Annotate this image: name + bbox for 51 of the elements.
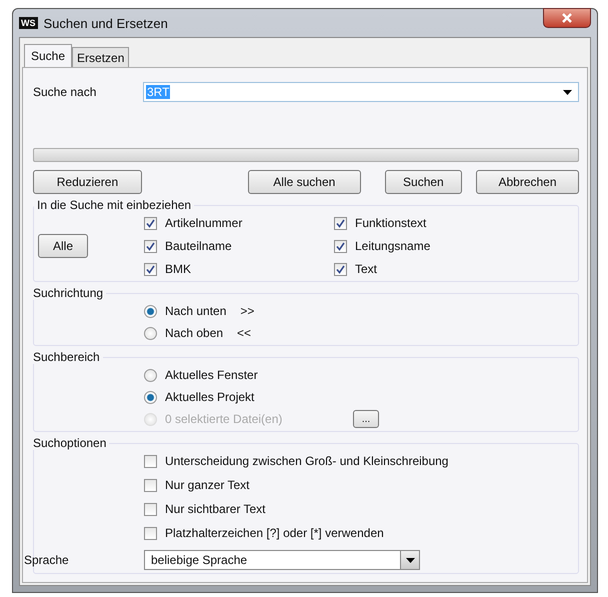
close-button[interactable] [543, 8, 591, 28]
group-title: Suchoptionen [32, 436, 108, 450]
direction-arrows: >> [240, 304, 254, 318]
checkbox-label: Funktionstext [355, 216, 426, 230]
window-title: Suchen und Ersetzen [44, 16, 168, 30]
select-all-button[interactable]: Alle [38, 234, 88, 258]
close-icon [561, 13, 573, 23]
radio-button[interactable] [144, 304, 157, 318]
radio-label: 0 selektierte Datei(en) [165, 412, 284, 426]
checkbox[interactable] [144, 478, 157, 492]
checkbox[interactable] [144, 262, 157, 276]
checkbox[interactable] [144, 526, 157, 540]
language-label: Sprache [24, 553, 70, 567]
radio-button[interactable] [144, 326, 157, 340]
checkbox[interactable] [334, 216, 347, 230]
dropdown-arrow-icon [563, 90, 572, 94]
checkbox-label: Nur sichtbarer Text [165, 502, 266, 516]
radio-label: Aktuelles Fenster [165, 368, 259, 382]
checkbox-label: Text [355, 262, 378, 276]
tab[interactable]: Suche [24, 44, 72, 67]
group-title: In die Suche mit einbeziehen [36, 198, 192, 212]
group-title: Suchrichtung [32, 286, 104, 300]
language-dropdown[interactable]: beliebige Sprache [144, 550, 420, 570]
tab[interactable]: Ersetzen [72, 47, 130, 67]
checkbox-label: Bauteilname [165, 239, 232, 253]
app-logo: WS [19, 17, 38, 29]
direction-arrows: << [237, 326, 252, 340]
checkbox-label: Artikelnummer [165, 216, 242, 230]
checkbox-label: BMK [165, 262, 192, 276]
checkbox-label: Nur ganzer Text [165, 478, 250, 492]
checkbox[interactable] [144, 502, 157, 516]
radio-label: Aktuelles Projekt [165, 390, 256, 404]
action-button[interactable]: Abbrechen [476, 170, 579, 194]
checkbox[interactable] [144, 454, 157, 468]
search-label: Suche nach [33, 85, 98, 99]
checkbox-label: Unterscheidung zwischen Groß- und Kleinschreibung [165, 454, 448, 468]
checkbox[interactable] [144, 240, 157, 252]
checkbox[interactable] [144, 216, 157, 230]
group-title: Suchbereich [32, 350, 101, 364]
action-button[interactable]: Suchen [384, 170, 462, 194]
radio-button[interactable] [144, 368, 157, 382]
checkbox[interactable] [334, 262, 347, 276]
checkbox[interactable] [334, 240, 347, 252]
radio-label: Nach unten [165, 304, 226, 318]
action-button[interactable]: Alle suchen [248, 170, 361, 194]
checkbox-label: Platzhalterzeichen [?] oder [*] verwenden [165, 526, 384, 540]
checkbox-label: Leitungsname [355, 239, 430, 253]
radio-button[interactable] [144, 390, 157, 404]
action-button[interactable]: Reduzieren [33, 170, 142, 194]
dropdown-arrow-icon [406, 558, 414, 562]
radio-label: Nach oben [165, 326, 224, 340]
